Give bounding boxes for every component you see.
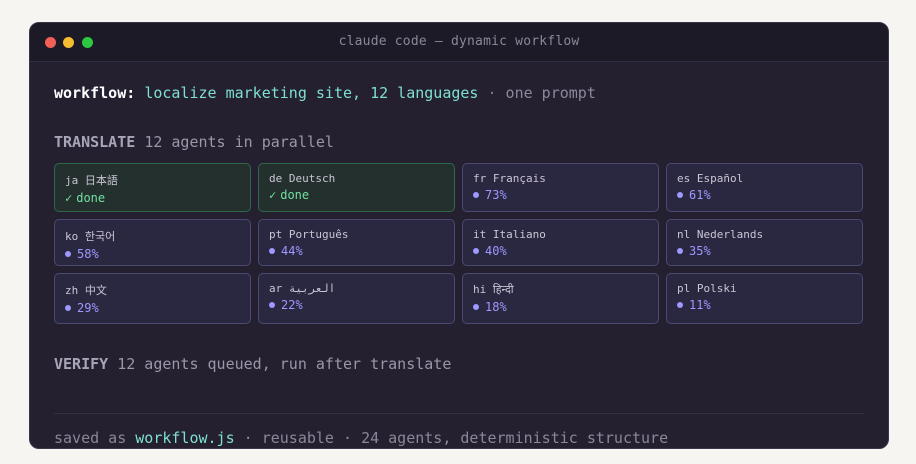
check-icon: ✓ — [269, 188, 277, 202]
agent-status-text: 58% — [77, 247, 99, 261]
agent-status-text: 22% — [281, 298, 303, 312]
agent-status: 61% — [677, 188, 852, 202]
agent-status-text: 11% — [689, 298, 711, 312]
agent-status: ✓ done — [269, 188, 444, 202]
agent-status-text: done — [76, 191, 106, 205]
agent-card: pt Português 44% — [258, 219, 455, 266]
progress-dot-icon — [677, 248, 683, 254]
translate-header: TRANSLATE 12 agents in parallel — [54, 133, 334, 151]
agent-status: 44% — [269, 244, 444, 258]
agent-language: de Deutsch — [269, 172, 336, 185]
progress-dot-icon — [269, 248, 275, 254]
agent-status: 73% — [473, 188, 648, 202]
translate-agent-grid: ja 日本語 ✓ done de Deutsch ✓ done fr Français 73%… — [54, 163, 864, 324]
workflow-filename[interactable]: workflow.js — [135, 429, 234, 447]
progress-dot-icon — [473, 248, 479, 254]
terminal-content: workflow: localize marketing site, 12 la… — [54, 62, 864, 448]
agent-status-text: 61% — [689, 188, 711, 202]
footer-separator: · — [243, 429, 253, 447]
agent-card: zh 中文 29% — [54, 273, 251, 324]
check-icon: ✓ — [65, 191, 73, 205]
agent-status-text: 18% — [485, 300, 507, 314]
progress-dot-icon — [677, 192, 683, 198]
progress-dot-icon — [269, 302, 275, 308]
agent-status: 40% — [473, 244, 648, 258]
footer-separator: · — [343, 429, 353, 447]
agent-status: 22% — [269, 298, 444, 312]
agent-language: ar العربية — [269, 282, 336, 295]
terminal-window: claude code — dynamic workflow workflow:… — [29, 22, 889, 449]
agent-card: pl Polski 11% — [666, 273, 863, 324]
agent-card: ja 日本語 ✓ done — [54, 163, 251, 212]
agent-language: pl Polski — [677, 282, 737, 295]
footer-summary: 24 agents, deterministic structure — [361, 429, 669, 447]
progress-dot-icon — [65, 305, 71, 311]
agent-language: hi हिन्दी — [473, 283, 514, 296]
agent-status-text: 29% — [77, 301, 99, 315]
verify-description: 12 agents queued, run after translate — [117, 355, 452, 373]
workflow-key: workflow: — [54, 84, 136, 102]
agent-status-text: 73% — [485, 188, 507, 202]
footer-reusable: reusable — [261, 429, 334, 447]
agent-status-text: 40% — [485, 244, 507, 258]
agent-status: 11% — [677, 298, 852, 312]
agent-status: 58% — [65, 247, 240, 261]
progress-dot-icon — [473, 304, 479, 310]
divider — [54, 413, 864, 414]
agent-status-text: 44% — [281, 244, 303, 258]
footer-prefix: saved as — [54, 429, 127, 447]
translate-title: TRANSLATE — [54, 133, 136, 151]
agent-card: de Deutsch ✓ done — [258, 163, 455, 212]
translate-description: 12 agents in parallel — [144, 133, 334, 151]
agent-language: ko 한국어 — [65, 230, 116, 243]
agent-status: 35% — [677, 244, 852, 258]
agent-language: ja 日本語 — [65, 174, 118, 187]
agent-language: pt Português — [269, 228, 349, 241]
agent-status: 29% — [65, 301, 240, 315]
progress-dot-icon — [473, 192, 479, 198]
agent-card: nl Nederlands 35% — [666, 219, 863, 266]
progress-dot-icon — [65, 251, 71, 257]
agent-card: es Español 61% — [666, 163, 863, 212]
workflow-task: localize marketing site, 12 languages — [144, 84, 479, 102]
progress-dot-icon — [677, 302, 683, 308]
agent-status: 18% — [473, 300, 648, 314]
verify-title: VERIFY — [54, 355, 109, 373]
agent-language: fr Français — [473, 172, 546, 185]
workflow-note: one prompt — [505, 84, 596, 102]
agent-card: ar العربية 22% — [258, 273, 455, 324]
agent-status-text: done — [280, 188, 310, 202]
window-title: claude code — dynamic workflow — [338, 34, 580, 49]
agent-card: it Italiano 40% — [462, 219, 659, 266]
workflow-separator: · — [487, 84, 497, 102]
footer-line: saved as workflow.js · reusable · 24 age… — [54, 429, 668, 447]
agent-language: zh 中文 — [65, 284, 107, 297]
agent-card: hi हिन्दी 18% — [462, 273, 659, 324]
workflow-line: workflow: localize marketing site, 12 la… — [54, 84, 596, 102]
agent-language: es Español — [677, 172, 744, 185]
agent-card: ko 한국어 58% — [54, 219, 251, 266]
title-bar: claude code — dynamic workflow — [30, 23, 888, 62]
agent-card: fr Français 73% — [462, 163, 659, 212]
agent-language: it Italiano — [473, 228, 546, 241]
agent-language: nl Nederlands — [677, 228, 764, 241]
verify-header: VERIFY 12 agents queued, run after trans… — [54, 355, 451, 373]
agent-status: ✓ done — [65, 191, 240, 205]
agent-status-text: 35% — [689, 244, 711, 258]
